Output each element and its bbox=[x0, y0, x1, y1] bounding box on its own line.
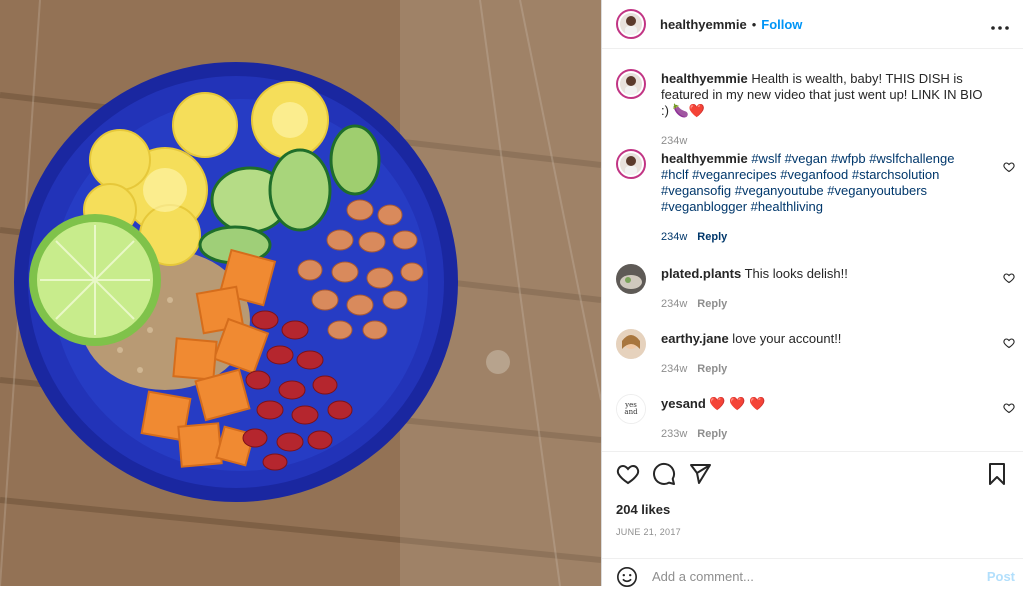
separator-dot: • bbox=[751, 16, 757, 32]
bookmark-icon[interactable] bbox=[985, 462, 1009, 486]
author-username[interactable]: healthyemmie bbox=[660, 17, 747, 32]
comment-text: love your account!! bbox=[728, 331, 842, 346]
heart-icon[interactable] bbox=[1003, 272, 1015, 284]
comment-username[interactable]: healthyemmie bbox=[661, 71, 748, 86]
comment-composer: Add a comment... Post bbox=[602, 558, 1023, 589]
reply-button[interactable]: Reply bbox=[697, 231, 727, 243]
hashtag[interactable]: #wslf bbox=[751, 151, 781, 166]
reply-button[interactable]: Reply bbox=[697, 428, 727, 440]
comment-input[interactable]: Add a comment... bbox=[652, 569, 754, 584]
hashtag[interactable]: #veganblogger bbox=[661, 199, 747, 214]
heart-icon[interactable] bbox=[1003, 337, 1015, 349]
share-icon[interactable] bbox=[688, 462, 712, 486]
heart-icon[interactable] bbox=[1003, 161, 1015, 173]
avatar[interactable] bbox=[616, 69, 646, 99]
more-icon[interactable] bbox=[991, 14, 1009, 35]
post-date[interactable]: JUNE 21, 2017 bbox=[616, 527, 681, 537]
comment-icon[interactable] bbox=[652, 462, 676, 486]
comment-time[interactable]: 234w bbox=[661, 298, 687, 310]
post-header: healthyemmie • Follow bbox=[602, 0, 1023, 49]
avatar[interactable] bbox=[616, 329, 646, 359]
author-avatar[interactable] bbox=[616, 9, 646, 39]
comment-username[interactable]: healthyemmie bbox=[661, 151, 748, 166]
reply-button[interactable]: Reply bbox=[697, 363, 727, 375]
follow-button[interactable]: Follow bbox=[761, 17, 802, 32]
action-bar bbox=[616, 462, 1009, 490]
hashtag[interactable]: #vegan bbox=[785, 151, 828, 166]
hashtag[interactable]: #vegansofig bbox=[661, 183, 731, 198]
hashtag[interactable]: #wslfchallenge bbox=[869, 151, 954, 166]
emoji-icon[interactable] bbox=[616, 566, 638, 588]
avatar[interactable] bbox=[616, 264, 646, 294]
comment-text: This looks delish!! bbox=[741, 266, 848, 281]
comment-time[interactable]: 233w bbox=[661, 428, 687, 440]
comment-username[interactable]: plated.plants bbox=[661, 266, 741, 281]
avatar[interactable] bbox=[616, 149, 646, 179]
comment-time[interactable]: 234w bbox=[661, 135, 687, 147]
avatar-logo-text: yes and bbox=[624, 401, 638, 416]
comments-list[interactable]: healthyemmie Health is wealth, baby! THI… bbox=[602, 49, 1023, 450]
heart-icon[interactable] bbox=[616, 462, 640, 486]
post-button[interactable]: Post bbox=[987, 569, 1015, 584]
heart-icon[interactable] bbox=[1003, 402, 1015, 414]
reply-button[interactable]: Reply bbox=[697, 298, 727, 310]
post-sidebar: healthyemmie • Follow healthyemmie Healt… bbox=[601, 0, 1023, 587]
hashtag[interactable]: #wfpb bbox=[831, 151, 866, 166]
hashtag[interactable]: #healthliving bbox=[751, 199, 823, 214]
like-count[interactable]: 204 likes bbox=[616, 502, 670, 517]
vegan-bowl-image bbox=[0, 0, 601, 586]
hashtag[interactable]: #veganfood bbox=[780, 167, 848, 182]
comment-username[interactable]: yesand bbox=[661, 396, 706, 411]
comment-time[interactable]: 234w bbox=[661, 231, 687, 243]
hashtag[interactable]: #hclf bbox=[661, 167, 688, 182]
hashtag[interactable]: #veganrecipes bbox=[692, 167, 777, 182]
post-actions: 204 likes JUNE 21, 2017 Add a comment...… bbox=[602, 451, 1023, 587]
emoji-text: 🍆❤️ bbox=[672, 103, 705, 118]
avatar[interactable]: yes and bbox=[616, 394, 646, 424]
instagram-post: healthyemmie • Follow healthyemmie Healt… bbox=[0, 0, 1023, 587]
comment-text: ❤️ ❤️ ❤️ bbox=[705, 396, 766, 411]
hashtag[interactable]: #veganyoutubers bbox=[827, 183, 927, 198]
hashtag[interactable]: #veganyoutube bbox=[735, 183, 824, 198]
comment-time[interactable]: 234w bbox=[661, 363, 687, 375]
post-photo[interactable] bbox=[0, 0, 601, 586]
comment-username[interactable]: earthy.jane bbox=[661, 331, 729, 346]
hashtag[interactable]: #starchsolution bbox=[852, 167, 939, 182]
